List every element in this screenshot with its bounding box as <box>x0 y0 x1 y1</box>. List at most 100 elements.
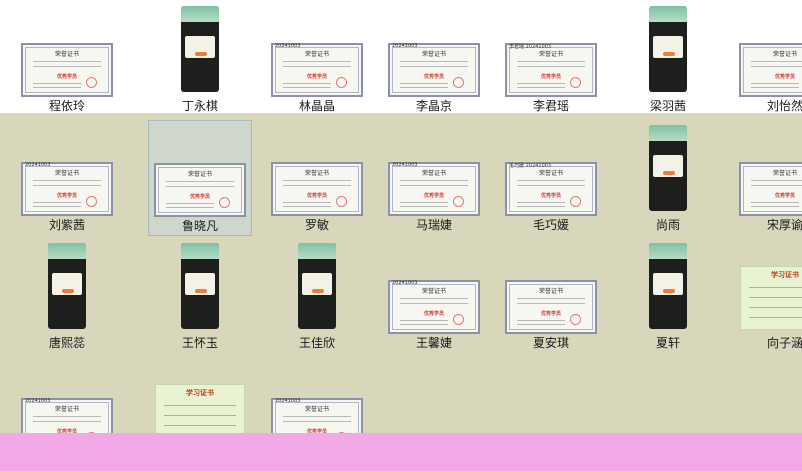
phone-screenshot-thumbnail <box>181 6 219 92</box>
phone-header-graphic <box>649 243 687 259</box>
award-text: 优秀学员 <box>774 74 795 80</box>
text-line <box>33 185 101 186</box>
text-line <box>400 303 468 304</box>
phone-header-graphic <box>649 125 687 141</box>
text-line <box>749 317 802 318</box>
text-line <box>751 83 799 84</box>
honor-certificate-thumbnail: 荣誉证书 20241003 优秀学员 <box>21 162 113 216</box>
text-line <box>400 298 468 299</box>
file-item[interactable]: 荣誉证书 优秀学员 刘怡然 <box>733 1 802 117</box>
file-name: 罗敏 <box>304 218 329 232</box>
seal-icon <box>453 196 464 207</box>
text-line <box>517 206 565 207</box>
file-item[interactable]: 王佳欣 <box>265 238 369 354</box>
file-item[interactable]: 荣誉证书 20241003 优秀学员 刘紫茜 <box>15 120 119 236</box>
honor-certificate-thumbnail: 荣誉证书 优秀学员 <box>739 162 802 216</box>
text-line <box>517 61 585 62</box>
phone-screenshot-thumbnail <box>181 243 219 329</box>
file-item[interactable]: 梁羽茜 <box>616 1 720 117</box>
file-name: 尚雨 <box>655 218 680 232</box>
text-line <box>749 287 802 288</box>
award-text: 优秀学员 <box>423 311 444 317</box>
bottom-band <box>0 433 802 471</box>
phone-screenshot-thumbnail <box>649 6 687 92</box>
seal-icon <box>86 77 97 88</box>
certificate-number: 20241003 <box>25 398 51 404</box>
text-line <box>33 421 101 422</box>
file-name: 向子涵 <box>766 336 802 350</box>
certificate-number: 20241003 <box>392 43 418 49</box>
file-item[interactable]: 学习证书 向子涵 <box>733 238 802 354</box>
text-line <box>517 202 565 203</box>
text-line <box>751 87 799 88</box>
phone-header-graphic <box>298 243 336 259</box>
certificate-title: 学习证书 <box>771 271 799 279</box>
text-line <box>517 180 585 181</box>
file-name: 林晶晶 <box>298 99 335 113</box>
text-line <box>517 324 565 325</box>
certificate-title: 荣誉证书 <box>421 288 446 295</box>
text-line <box>166 207 214 208</box>
file-item[interactable]: 尚雨 <box>616 120 720 236</box>
text-line <box>33 83 81 84</box>
file-item[interactable]: 荣誉证书 20241003 优秀学员 李晶京 <box>382 1 486 117</box>
file-name: 王馨婕 <box>415 336 452 350</box>
file-item[interactable]: 夏轩 <box>616 238 720 354</box>
award-text: 优秀学员 <box>540 193 561 199</box>
text-line <box>400 202 448 203</box>
file-item[interactable]: 荣誉证书 优秀学员 程依玲 <box>15 1 119 117</box>
text-line <box>517 320 565 321</box>
file-item[interactable]: 荣誉证书 毛巧媛 20241003 优秀学员 毛巧媛 <box>499 120 603 236</box>
file-item[interactable]: 荣誉证书 优秀学员 宋厚谕 <box>733 120 802 236</box>
text-line <box>283 66 351 67</box>
file-name: 李晶京 <box>415 99 452 113</box>
file-item[interactable]: 荣誉证书 20241003 优秀学员王馨婕 <box>382 238 486 354</box>
honor-certificate-thumbnail: 荣誉证书 毛巧媛 20241003 优秀学员 <box>505 162 597 216</box>
text-line <box>400 180 468 181</box>
file-item[interactable]: 荣誉证书 20241003 优秀学员 林晶晶 <box>265 1 369 117</box>
certificate-title: 荣誉证书 <box>304 406 329 413</box>
phone-header-graphic <box>48 243 86 259</box>
file-item[interactable]: 唐熙蕊 <box>15 238 119 354</box>
phone-button-graphic <box>195 289 207 293</box>
seal-icon <box>453 314 464 325</box>
file-item[interactable]: 荣誉证书 优秀学员 鲁晓凡 <box>148 120 252 236</box>
certificate-title: 荣誉证书 <box>54 51 79 58</box>
seal-icon <box>336 77 347 88</box>
award-text: 优秀学员 <box>306 193 327 199</box>
honor-certificate-thumbnail: 荣誉证书 优秀学员 <box>154 163 246 217</box>
phone-header-graphic <box>649 6 687 22</box>
text-line <box>751 206 799 207</box>
phone-button-graphic <box>195 52 207 56</box>
text-line <box>751 61 802 62</box>
text-line <box>166 181 234 182</box>
certificate-number: 20241003 <box>392 280 418 286</box>
file-item[interactable]: 荣誉证书优秀学员罗敏 <box>265 120 369 236</box>
phone-screenshot-thumbnail <box>649 243 687 329</box>
file-item[interactable]: 荣誉证书 20241003 优秀学员马瑞婕 <box>382 120 486 236</box>
text-line <box>33 416 101 417</box>
text-line <box>283 206 331 207</box>
award-text: 优秀学员 <box>56 193 77 199</box>
certificate-number: 毛巧媛 20241003 <box>509 163 552 169</box>
file-item[interactable]: 荣誉证书 李君瑶 20241003 优秀学员 李君瑶 <box>499 1 603 117</box>
file-item[interactable]: 王怀玉 <box>148 238 252 354</box>
certificate-title: 荣誉证书 <box>421 170 446 177</box>
award-text: 优秀学员 <box>423 74 444 80</box>
file-name: 马瑞婕 <box>415 218 452 232</box>
text-line <box>400 206 448 207</box>
file-name: 王怀玉 <box>181 336 218 350</box>
award-text: 优秀学员 <box>423 193 444 199</box>
file-item[interactable]: 丁永棋 <box>148 1 252 117</box>
text-line <box>749 297 802 298</box>
honor-certificate-thumbnail: 荣誉证书 20241003 优秀学员 <box>388 162 480 216</box>
text-line <box>164 415 236 416</box>
certificate-title: 荣誉证书 <box>304 170 329 177</box>
text-line <box>283 180 351 181</box>
text-line <box>283 61 351 62</box>
file-item[interactable]: 荣誉证书 优秀学员 夏安琪 <box>499 238 603 354</box>
text-line <box>400 66 468 67</box>
text-line <box>33 206 81 207</box>
text-line <box>166 186 234 187</box>
text-line <box>33 180 101 181</box>
